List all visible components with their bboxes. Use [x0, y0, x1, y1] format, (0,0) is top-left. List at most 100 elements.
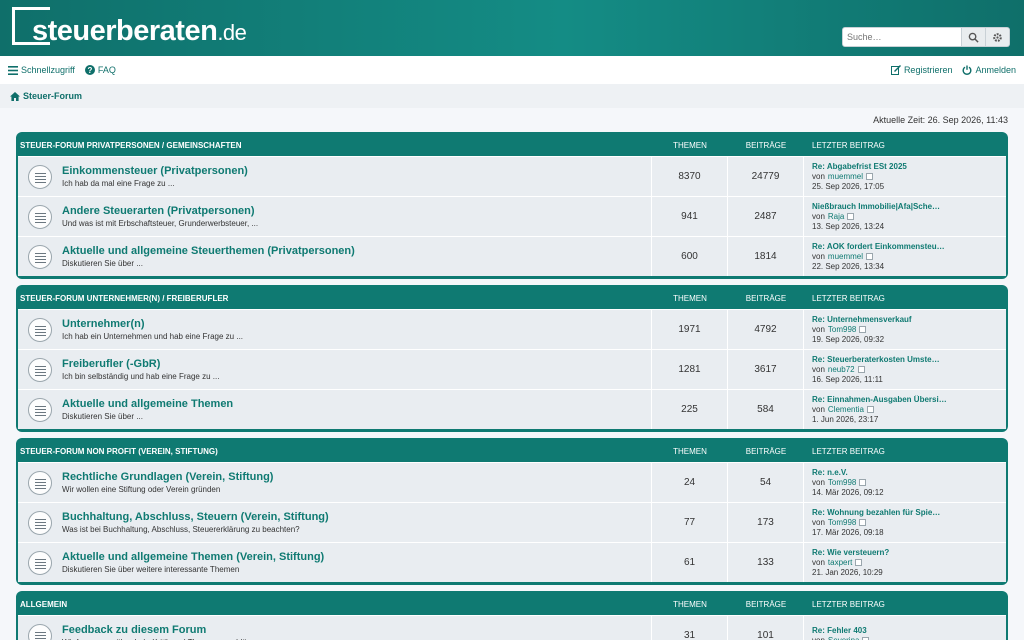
- quicklinks-label: Schnellzugriff: [21, 65, 75, 75]
- view-latest-icon[interactable]: [866, 173, 874, 180]
- view-latest-icon[interactable]: [859, 326, 867, 333]
- forum-category: Steuer-Forum Privatpersonen / Gemeinscha…: [16, 132, 1008, 279]
- col-last-header: Letzter Beitrag: [812, 446, 885, 456]
- view-latest-icon[interactable]: [866, 253, 874, 260]
- search-input[interactable]: [842, 27, 962, 47]
- forum-category: Allgemein Themen Beiträge Letzter Beitrag Fe…: [16, 591, 1008, 640]
- forum-title-link[interactable]: Feedback zu diesem Forum: [62, 624, 256, 636]
- site-logo[interactable]: steuerberaten.de: [12, 7, 252, 47]
- breadcrumb-home[interactable]: Steuer-Forum: [10, 91, 82, 101]
- last-post: Re: Steuerberaterkosten Umste… von neub72 1…: [804, 350, 1006, 389]
- last-post-title-link[interactable]: Nießbrauch Immobilie|Afa|Sche…: [812, 202, 1006, 212]
- forum-topics-count: 31: [652, 616, 728, 640]
- forum-main: Buchhaltung, Abschluss, Steuern (Verein,…: [18, 503, 652, 542]
- forum-title-link[interactable]: Aktuelle und allgemeine Themen (Verein, …: [62, 551, 324, 563]
- author-link[interactable]: Tom998: [828, 325, 856, 335]
- last-post-title-link[interactable]: Re: Wie versteuern?: [812, 548, 1006, 558]
- col-posts-header: Beiträge: [745, 446, 787, 456]
- view-latest-icon[interactable]: [855, 559, 863, 566]
- forum-posts-count: 4792: [728, 310, 804, 349]
- last-post-title-link[interactable]: Re: n.e.V.: [812, 468, 1006, 478]
- author-prefix: von: [812, 364, 825, 374]
- breadcrumb: Steuer-Forum: [0, 84, 1024, 108]
- forum-read-icon: [28, 550, 52, 575]
- forum-topics-count: 24: [652, 463, 728, 502]
- forum-posts-count: 173: [728, 503, 804, 542]
- faq-label: FAQ: [97, 65, 116, 75]
- power-icon: [963, 65, 972, 75]
- forum-posts-count: 133: [728, 543, 804, 582]
- view-latest-icon[interactable]: [866, 406, 874, 413]
- forum-title-link[interactable]: Buchhaltung, Abschluss, Steuern (Verein,…: [62, 511, 329, 523]
- forum-description: Diskutieren Sie über ...: [62, 412, 143, 421]
- view-latest-icon[interactable]: [859, 479, 867, 486]
- col-last-header: Letzter Beitrag: [812, 293, 885, 303]
- faq-link[interactable]: ? FAQ: [84, 65, 116, 75]
- last-post-author: von Raja: [812, 212, 1006, 222]
- forum-title-link[interactable]: Andere Steuerarten (Privatpersonen): [62, 205, 258, 217]
- author-link[interactable]: muemmel: [828, 252, 863, 262]
- forum-title-link[interactable]: Freiberufler (-GbR): [62, 358, 219, 370]
- search-icon: [968, 32, 979, 43]
- login-link[interactable]: Anmelden: [962, 65, 1016, 75]
- last-post-author: von Tom998: [812, 518, 1006, 528]
- forum-posts-count: 584: [728, 390, 804, 429]
- forum-title-link[interactable]: Aktuelle und allgemeine Steuerthemen (Pr…: [62, 245, 355, 257]
- last-post-author: von muemmel: [812, 252, 1006, 262]
- last-post-title-link[interactable]: Re: AOK fordert Einkommensteu…: [812, 242, 1006, 252]
- forum-title-link[interactable]: Aktuelle und allgemeine Themen: [62, 398, 233, 410]
- view-latest-icon[interactable]: [859, 519, 867, 526]
- forum-posts-count: 101: [728, 616, 804, 640]
- last-post-title-link[interactable]: Re: Abgabefrist ESt 2025: [812, 162, 1006, 172]
- last-post-title-link[interactable]: Re: Einnahmen-Ausgaben Übersi…: [812, 395, 1006, 405]
- forum-topics-count: 1281: [652, 350, 728, 389]
- category-title[interactable]: Steuer-Forum Privatpersonen / Gemeinscha…: [18, 141, 652, 150]
- author-prefix: von: [812, 517, 825, 527]
- col-topics-header: Themen: [673, 140, 707, 150]
- author-link[interactable]: Severina: [828, 636, 860, 640]
- author-link[interactable]: Clementia: [828, 405, 864, 415]
- advanced-search-button[interactable]: [986, 27, 1010, 47]
- forum-posts-count: 24779: [728, 157, 804, 196]
- category-title[interactable]: Steuer-Forum Non Profit (Verein, Stiftun…: [18, 447, 652, 456]
- last-post-author: von muemmel: [812, 172, 1006, 182]
- category-title[interactable]: Steuer-Forum Unternehmer(n) / Freiberufl…: [18, 294, 652, 303]
- last-post-time: 16. Sep 2026, 11:11: [812, 374, 883, 384]
- last-post-title-link[interactable]: Re: Wohnung bezahlen für Spie…: [812, 508, 1006, 518]
- category-title[interactable]: Allgemein: [18, 600, 652, 609]
- last-post: Re: Wie versteuern? von taxpert 21. Jan 202…: [804, 543, 1006, 582]
- last-post-title-link[interactable]: Re: Fehler 403: [812, 626, 1006, 636]
- author-link[interactable]: Tom998: [828, 518, 856, 528]
- author-link[interactable]: neub72: [828, 365, 855, 375]
- last-post-author: von taxpert: [812, 558, 1006, 568]
- quicklinks-menu[interactable]: Schnellzugriff: [8, 65, 75, 75]
- register-link[interactable]: Registrieren: [890, 65, 952, 75]
- forum-read-icon: [28, 510, 52, 535]
- forum-row: Unternehmer(n) Ich hab ein Unternehmen un…: [18, 309, 1006, 349]
- forum-title-link[interactable]: Rechtliche Grundlagen (Verein, Stiftung): [62, 471, 273, 483]
- author-link[interactable]: Tom998: [828, 478, 856, 488]
- last-post-title-link[interactable]: Re: Steuerberaterkosten Umste…: [812, 355, 1006, 365]
- menu-icon: [8, 65, 18, 75]
- last-post-title-link[interactable]: Re: Unternehmensverkauf: [812, 315, 1006, 325]
- author-link[interactable]: Raja: [828, 212, 844, 222]
- last-post: Re: Abgabefrist ESt 2025 von muemmel 25. Se…: [804, 157, 1006, 196]
- forum-description: Ich hab da mal eine Frage zu ...: [62, 179, 175, 188]
- forum-read-icon: [28, 164, 52, 189]
- author-link[interactable]: taxpert: [828, 558, 852, 568]
- forum-main: Freiberufler (-GbR) Ich bin selbständig u…: [18, 350, 652, 389]
- forum-read-icon: [28, 204, 52, 229]
- last-post-time: 21. Jan 2026, 10:29: [812, 567, 883, 577]
- forum-title-link[interactable]: Unternehmer(n): [62, 318, 243, 330]
- view-latest-icon[interactable]: [847, 213, 855, 220]
- forum-title-link[interactable]: Einkommensteuer (Privatpersonen): [62, 165, 248, 177]
- last-post-time: 17. Mär 2026, 09:18: [812, 527, 884, 537]
- forum-topics-count: 8370: [652, 157, 728, 196]
- category-header: Steuer-Forum Unternehmer(n) / Freiberufl…: [18, 287, 1006, 309]
- last-post-time: 22. Sep 2026, 13:34: [812, 261, 885, 271]
- forum-read-icon: [28, 623, 52, 640]
- author-link[interactable]: muemmel: [828, 172, 863, 182]
- view-latest-icon[interactable]: [857, 366, 865, 373]
- search-button[interactable]: [962, 27, 986, 47]
- last-post: Re: Unternehmensverkauf von Tom998 19. Sep …: [804, 310, 1006, 349]
